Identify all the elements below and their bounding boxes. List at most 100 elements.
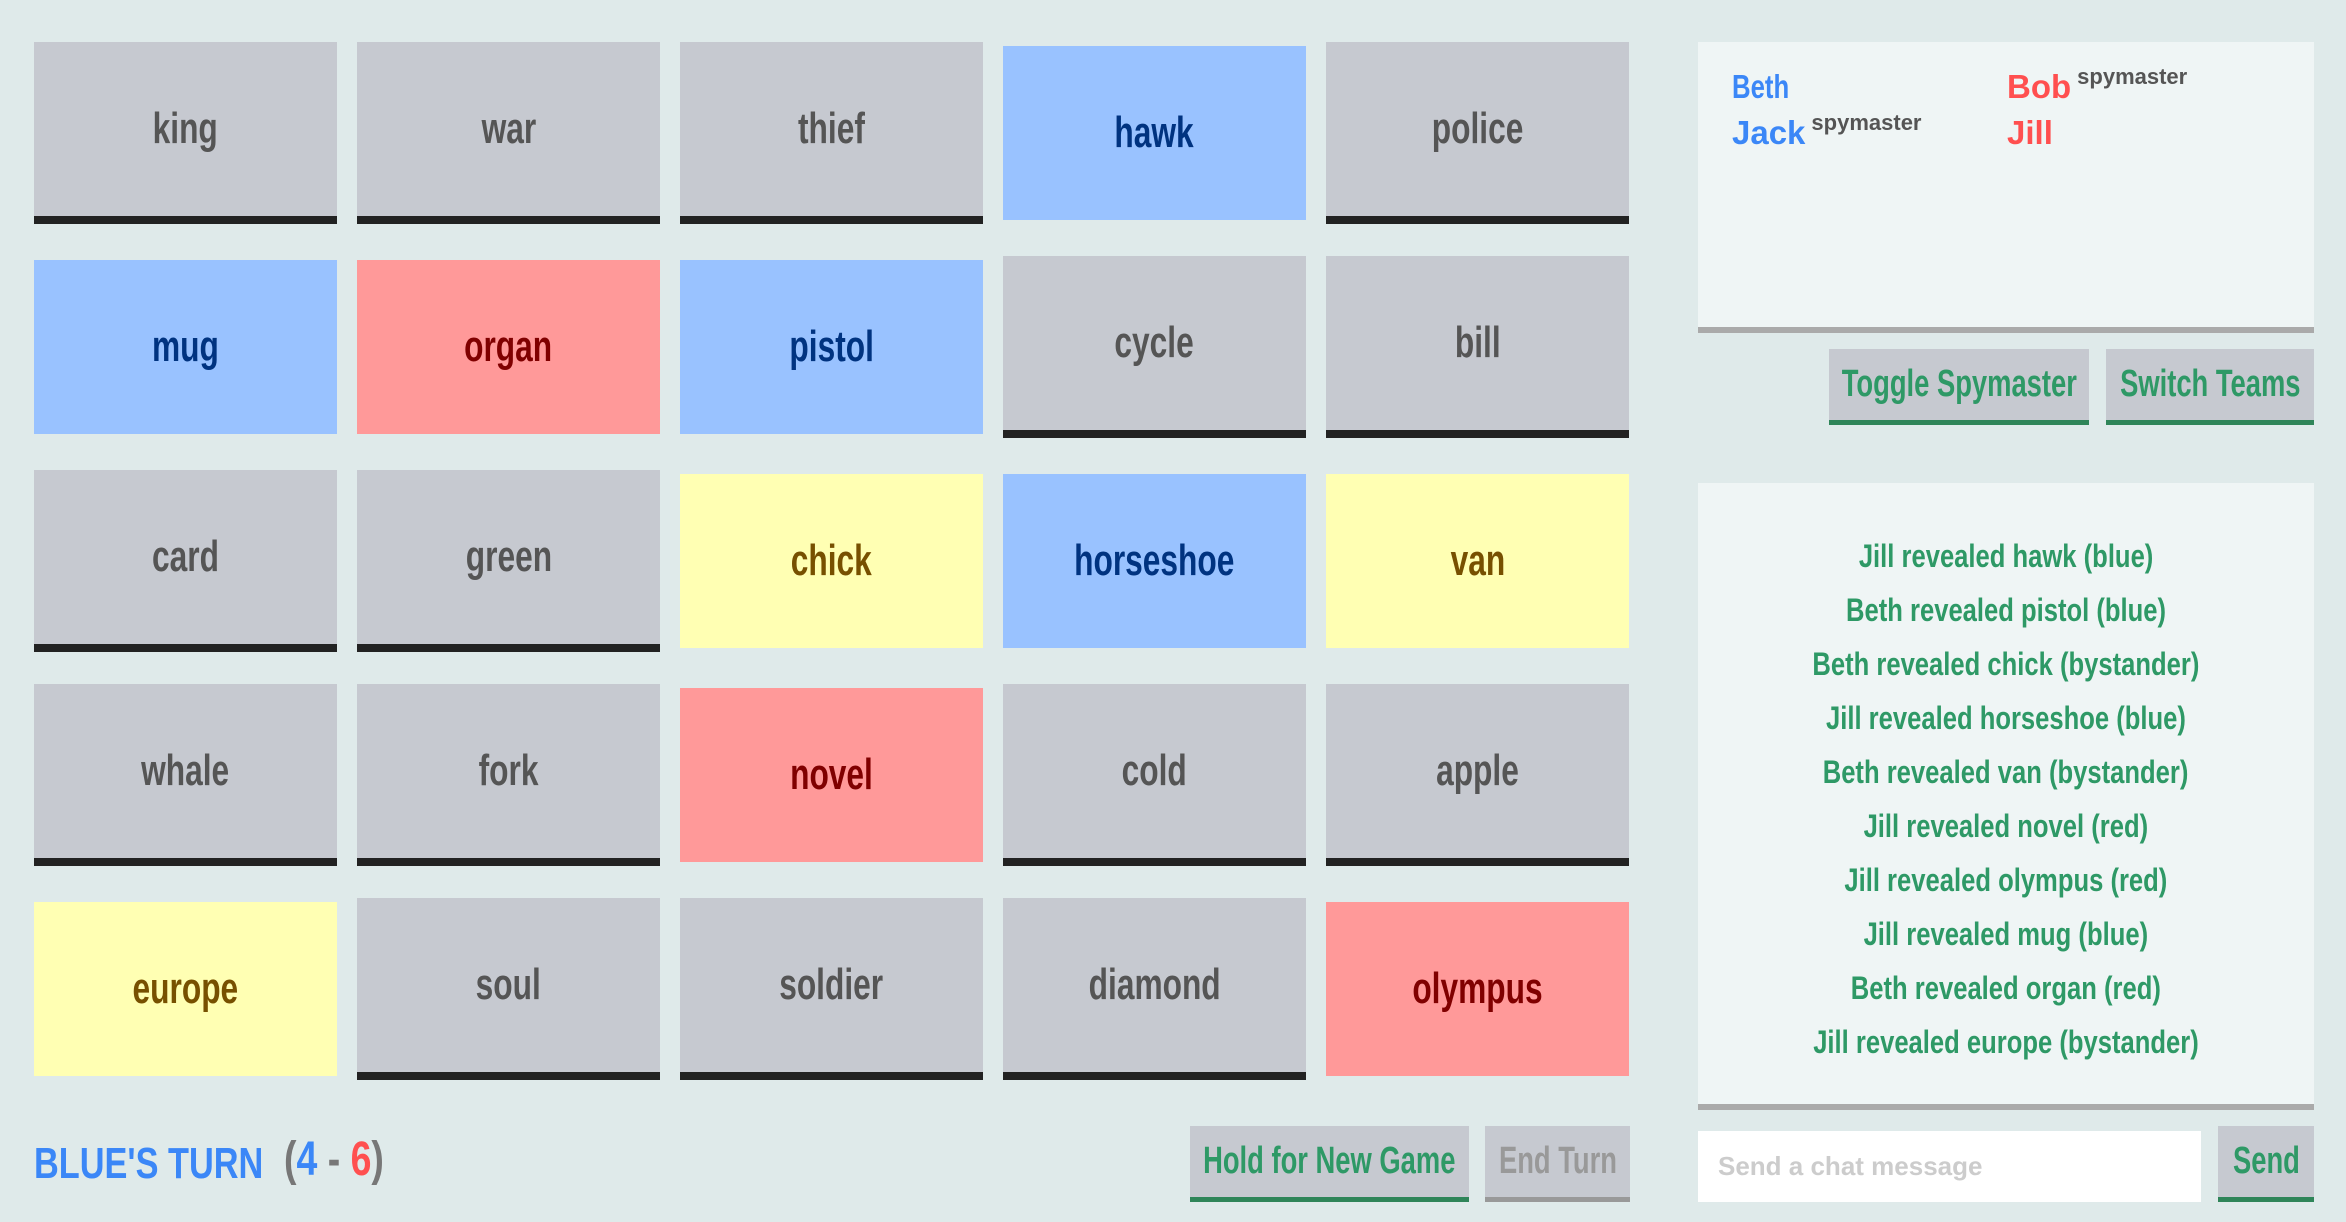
score-red: 6 (350, 1133, 372, 1186)
player-item: Beth (1732, 64, 1922, 110)
switch-teams-button[interactable]: Switch Teams (2106, 349, 2314, 425)
score-separator: - (317, 1133, 351, 1186)
chat-message: Jill revealed mug (blue) (1698, 907, 2314, 961)
chat-message: Jill revealed novel (red) (1698, 799, 2314, 853)
card-olympus: olympus (1326, 902, 1629, 1076)
player-name: Beth (1732, 68, 1790, 105)
end-turn-label: End Turn (1498, 1140, 1617, 1182)
card-europe: europe (34, 902, 337, 1076)
chat-message: Beth revealed organ (red) (1698, 961, 2314, 1015)
card-word: van (1450, 536, 1505, 585)
switch-teams-label: Switch Teams (2119, 363, 2301, 405)
card-word: soul (475, 960, 542, 1009)
card-word: green (465, 532, 552, 581)
player-item: Bob spymaster (2007, 64, 2187, 110)
player-item: Jack spymaster (1732, 110, 1922, 156)
turn-label: BLUE'S TURN (34, 1139, 264, 1188)
chat-message-input[interactable] (1698, 1131, 2201, 1202)
player-name: Jack (1732, 114, 1806, 151)
card-diamond[interactable]: diamond (1003, 898, 1306, 1080)
score-blue: 4 (296, 1133, 318, 1186)
game-board: king war thief hawk police mug organ pistol cycl… (34, 42, 1630, 1082)
card-word: police (1431, 104, 1524, 153)
card-bill[interactable]: bill (1326, 256, 1629, 438)
chat-log[interactable]: Jill revealed hawk (blue) Beth revealed p… (1698, 483, 2314, 1110)
chat-message-text: Beth revealed organ (red) (1850, 970, 2162, 1006)
card-word: olympus (1412, 964, 1543, 1013)
card-whale[interactable]: whale (34, 684, 337, 866)
card-word: card (152, 532, 219, 581)
card-word: cycle (1114, 318, 1195, 367)
card-war[interactable]: war (357, 42, 660, 224)
card-police[interactable]: police (1326, 42, 1629, 224)
card-soldier[interactable]: soldier (680, 898, 983, 1080)
toggle-spymaster-button[interactable]: Toggle Spymaster (1829, 349, 2089, 425)
red-team-list: Bob spymaster Jill (2007, 64, 2187, 156)
card-word: cold (1121, 746, 1188, 795)
chat-message-text: Jill revealed horseshoe (blue) (1826, 700, 2186, 736)
chat-message-text: Beth revealed chick (bystander) (1812, 646, 2200, 682)
chat-message-text: Beth revealed pistol (blue) (1845, 592, 2167, 628)
chat-message: Beth revealed chick (bystander) (1698, 637, 2314, 691)
chat-message: Beth revealed pistol (blue) (1698, 583, 2314, 637)
card-word: fork (478, 746, 539, 795)
card-word: horseshoe (1074, 536, 1235, 585)
card-card[interactable]: card (34, 470, 337, 652)
card-green[interactable]: green (357, 470, 660, 652)
blue-team-list: Beth Jack spymaster (1732, 64, 1922, 156)
card-word: apple (1436, 746, 1519, 795)
end-turn-button[interactable]: End Turn (1485, 1126, 1630, 1202)
card-horseshoe: horseshoe (1003, 474, 1306, 648)
card-van: van (1326, 474, 1629, 648)
card-word: chick (790, 536, 872, 585)
chat-message: Jill revealed europe (bystander) (1698, 1015, 2314, 1069)
score-paren-close: ) (371, 1133, 384, 1186)
card-word: king (152, 104, 219, 153)
hold-for-new-game-label: Hold for New Game (1203, 1140, 1456, 1182)
card-cycle[interactable]: cycle (1003, 256, 1306, 438)
player-item: Jill (2007, 110, 2187, 156)
card-novel: novel (680, 688, 983, 862)
card-word: mug (152, 322, 219, 371)
card-pistol: pistol (680, 260, 983, 434)
chat-message-text: Jill revealed novel (red) (1863, 808, 2149, 844)
card-king[interactable]: king (34, 42, 337, 224)
card-fork[interactable]: fork (357, 684, 660, 866)
chat-message-text: Jill revealed europe (bystander) (1813, 1024, 2199, 1060)
card-apple[interactable]: apple (1326, 684, 1629, 866)
card-word: diamond (1088, 960, 1221, 1009)
card-mug: mug (34, 260, 337, 434)
player-name: Jill (2007, 114, 2053, 151)
card-word: thief (798, 104, 865, 153)
card-word: hawk (1114, 108, 1195, 157)
card-organ: organ (357, 260, 660, 434)
card-word: whale (141, 746, 230, 795)
players-panel: Beth Jack spymaster Bob spymaster Jill (1698, 42, 2314, 333)
toggle-spymaster-label: Toggle Spymaster (1841, 363, 2077, 405)
card-word: soldier (779, 960, 884, 1009)
card-word: pistol (789, 322, 874, 371)
card-cold[interactable]: cold (1003, 684, 1306, 866)
hold-for-new-game-button[interactable]: Hold for New Game (1190, 1126, 1469, 1202)
card-word: organ (464, 322, 553, 371)
card-word: war (481, 104, 536, 153)
chat-message-text: Beth revealed van (bystander) (1823, 754, 2189, 790)
chat-message-text: Jill revealed mug (blue) (1863, 916, 2149, 952)
send-label: Send (2232, 1140, 2300, 1182)
chat-message-text: Jill revealed olympus (red) (1844, 862, 2168, 898)
card-chick: chick (680, 474, 983, 648)
card-soul[interactable]: soul (357, 898, 660, 1080)
chat-message: Jill revealed hawk (blue) (1698, 529, 2314, 583)
card-word: bill (1454, 318, 1501, 367)
send-button[interactable]: Send (2218, 1126, 2314, 1202)
score-paren-open: ( (284, 1133, 297, 1186)
chat-message: Jill revealed horseshoe (blue) (1698, 691, 2314, 745)
spymaster-badge: spymaster (2077, 64, 2188, 89)
chat-message: Beth revealed van (bystander) (1698, 745, 2314, 799)
card-thief[interactable]: thief (680, 42, 983, 224)
card-hawk: hawk (1003, 46, 1306, 220)
player-name: Bob (2007, 68, 2072, 105)
chat-message-text: Jill revealed hawk (blue) (1858, 538, 2154, 574)
spymaster-badge: spymaster (1811, 110, 1922, 135)
card-word: europe (132, 964, 239, 1013)
